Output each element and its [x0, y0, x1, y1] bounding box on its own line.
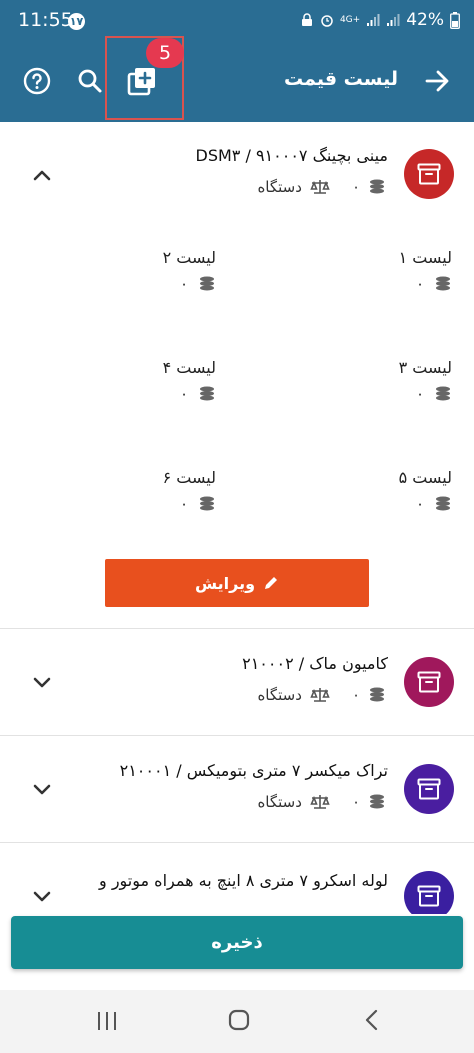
signal-icon: [367, 14, 380, 26]
chevron-up-icon[interactable]: [30, 164, 54, 188]
coins-icon: [436, 496, 450, 511]
price-value: ۰: [415, 275, 424, 293]
edit-label: ویرایش: [195, 573, 256, 593]
screen: 11:55 ۱۷ 4G+ 42% 5 لیست قیمت مینی بچینگ …: [0, 0, 474, 1053]
archive-icon: [417, 671, 441, 693]
lock-icon: [301, 13, 312, 26]
page-title: لیست قیمت: [284, 68, 398, 90]
stock-value: ۰: [351, 178, 360, 196]
coins-icon: [436, 386, 450, 401]
recent-apps-icon[interactable]: [96, 1010, 118, 1032]
add-collection-button[interactable]: 5: [105, 36, 184, 120]
coins-icon: [370, 179, 384, 194]
product-meta: ۰ دستگاه: [257, 178, 386, 196]
edit-button[interactable]: ویرایش: [105, 559, 369, 607]
scale-icon: [310, 688, 330, 702]
pencil-icon: [265, 577, 278, 589]
price-value: ۰: [179, 275, 188, 293]
chevron-down-icon[interactable]: [30, 777, 54, 801]
coins-icon: [370, 687, 384, 702]
save-button[interactable]: ذخیره: [11, 916, 463, 969]
coins-icon: [200, 276, 214, 291]
archive-icon: [417, 885, 441, 907]
stock-value: ۰: [351, 793, 360, 811]
search-icon[interactable]: [76, 67, 104, 95]
scale-icon: [310, 180, 330, 194]
coins-icon: [200, 496, 214, 511]
price-label: لیست ۵: [398, 468, 452, 487]
archive-icon: [417, 163, 441, 185]
coins-icon: [370, 794, 384, 809]
back-arrow-icon[interactable]: [422, 66, 452, 96]
nav-back-icon[interactable]: [362, 1008, 382, 1032]
chevron-down-icon[interactable]: [30, 884, 54, 908]
price-label: لیست ۱: [398, 248, 452, 267]
price-label: لیست ۴: [162, 358, 216, 377]
signal-icon-2: [387, 14, 400, 26]
price-value: ۰: [179, 385, 188, 403]
product-meta: ۰ دستگاه: [257, 686, 386, 704]
archive-icon: [417, 778, 441, 800]
battery-level: 42%: [406, 10, 444, 30]
price-list-3: لیست ۳ ۰: [399, 358, 452, 403]
unit-label: دستگاه: [257, 178, 302, 196]
product-title: لوله اسکرو ۷ متری ۸ اینچ به همراه موتور …: [99, 871, 388, 890]
product-avatar: [404, 149, 454, 199]
status-time: 11:55: [18, 9, 73, 31]
product-item[interactable]: مینی بچینگ DSM۳ / ۹۱۰۰۰۷ ۰ دستگاه لیست ۱…: [0, 122, 474, 629]
status-icons: 4G+ 42%: [300, 10, 460, 30]
price-value: ۰: [415, 385, 424, 403]
help-icon[interactable]: [23, 67, 51, 95]
battery-icon: [450, 11, 460, 29]
product-title: مینی بچینگ DSM۳ / ۹۱۰۰۰۷: [195, 146, 389, 165]
price-list-1: لیست ۱ ۰: [399, 248, 452, 293]
price-label: لیست ۶: [162, 468, 216, 487]
product-title: کامیون ماک / ۲۱۰۰۰۲: [242, 654, 388, 673]
unit-label: دستگاه: [257, 686, 302, 704]
product-avatar: [404, 871, 454, 914]
alarm-icon: [321, 15, 333, 27]
add-collection-icon: [127, 68, 155, 96]
system-nav-bar: [0, 990, 474, 1053]
product-item[interactable]: کامیون ماک / ۲۱۰۰۰۲ ۰ دستگاه: [0, 630, 474, 736]
count-badge: 5: [146, 38, 184, 68]
stock-value: ۰: [351, 686, 360, 704]
product-item[interactable]: لوله اسکرو ۷ متری ۸ اینچ به همراه موتور …: [0, 844, 474, 914]
chevron-down-icon[interactable]: [30, 670, 54, 694]
price-label: لیست ۲: [162, 248, 216, 267]
status-notification-badge: ۱۷: [68, 13, 85, 30]
product-avatar: [404, 764, 454, 814]
price-value: ۰: [179, 495, 188, 513]
coins-icon: [200, 386, 214, 401]
unit-label: دستگاه: [257, 793, 302, 811]
product-avatar: [404, 657, 454, 707]
price-label: لیست ۳: [398, 358, 452, 377]
product-item[interactable]: تراک میکسر ۷ متری بتومیکس / ۲۱۰۰۰۱ ۰ دست…: [0, 737, 474, 843]
home-icon[interactable]: [227, 1008, 251, 1032]
coins-icon: [436, 276, 450, 291]
product-title: تراک میکسر ۷ متری بتومیکس / ۲۱۰۰۰۱: [119, 761, 388, 780]
status-bar: 11:55 ۱۷ 4G+ 42%: [0, 0, 474, 40]
price-list-6: لیست ۶ ۰: [163, 468, 216, 513]
price-list-4: لیست ۴ ۰: [163, 358, 216, 403]
price-list-2: لیست ۲ ۰: [163, 248, 216, 293]
scale-icon: [310, 795, 330, 809]
network-type: 4G+: [339, 15, 361, 25]
price-list-5: لیست ۵ ۰: [399, 468, 452, 513]
product-meta: ۰ دستگاه: [257, 793, 386, 811]
price-value: ۰: [415, 495, 424, 513]
app-bar: 5 لیست قیمت: [0, 36, 474, 122]
